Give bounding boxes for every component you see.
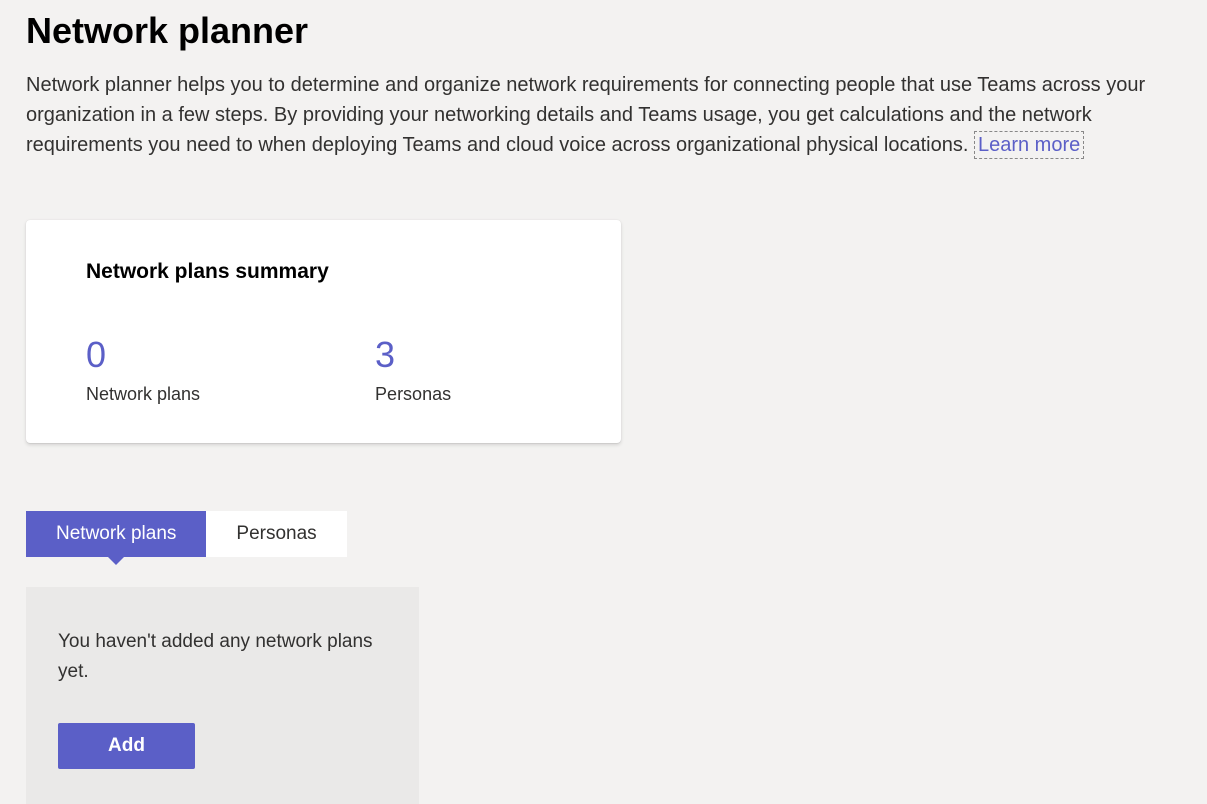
stat-label: Network plans	[86, 384, 200, 405]
empty-state-panel: You haven't added any network plans yet.…	[26, 587, 419, 804]
stat-personas: 3 Personas	[375, 334, 451, 405]
network-plans-summary-card: Network plans summary 0 Network plans 3 …	[26, 220, 621, 443]
network-planner-page: Network planner Network planner helps yo…	[0, 0, 1207, 804]
stat-label: Personas	[375, 384, 451, 405]
summary-title: Network plans summary	[86, 260, 561, 284]
stat-network-plans: 0 Network plans	[86, 334, 200, 405]
add-button[interactable]: Add	[58, 723, 195, 769]
tabs-container: Network plans Personas	[26, 511, 1181, 557]
learn-more-link[interactable]: Learn more	[974, 131, 1084, 159]
stat-number: 0	[86, 334, 200, 376]
stat-number: 3	[375, 334, 451, 376]
page-title: Network planner	[26, 10, 1181, 52]
tab-network-plans[interactable]: Network plans	[26, 511, 206, 557]
tab-personas[interactable]: Personas	[206, 511, 346, 557]
empty-state-message: You haven't added any network plans yet.	[58, 627, 387, 688]
page-description: Network planner helps you to determine a…	[26, 70, 1181, 160]
summary-stats: 0 Network plans 3 Personas	[86, 334, 561, 405]
